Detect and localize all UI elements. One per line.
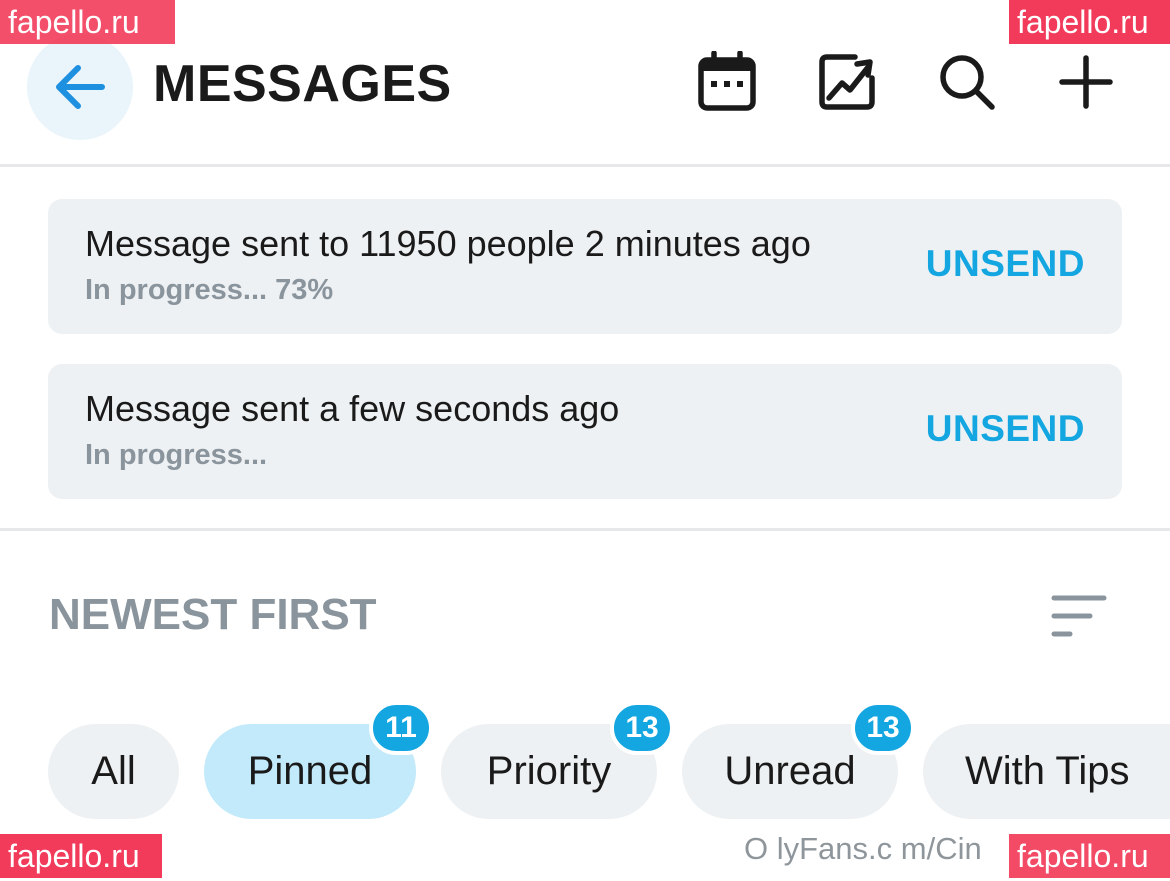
queue-card: Message sent a few seconds ago In progre… xyxy=(48,364,1122,499)
filter-chip-priority[interactable]: Priority 13 xyxy=(441,701,674,819)
filter-chip-label: Unread xyxy=(724,749,856,793)
app-header: MESSAGES xyxy=(0,0,1170,167)
sort-order-label[interactable]: NEWEST FIRST xyxy=(49,590,377,640)
queue-message-text: Message sent to 11950 people 2 minutes a… xyxy=(85,223,811,264)
filter-chip-label: Priority xyxy=(486,749,612,793)
section-divider xyxy=(0,528,1170,531)
count-badge: 13 xyxy=(851,701,915,755)
watermark: fapello.ru xyxy=(1009,0,1170,44)
plus-icon xyxy=(1059,55,1113,109)
queue-status-text: In progress... 73% xyxy=(85,274,334,306)
search-button[interactable] xyxy=(935,50,999,114)
unsend-button[interactable]: UNSEND xyxy=(926,242,1085,286)
queue-card: Message sent to 11950 people 2 minutes a… xyxy=(48,199,1122,334)
queue-message-text: Message sent a few seconds ago xyxy=(85,388,620,429)
watermark: fapello.ru xyxy=(1009,834,1170,878)
filter-chip-label: All xyxy=(91,749,136,793)
filter-chip-with-tips[interactable]: With Tips xyxy=(923,724,1170,819)
filter-chip-all[interactable]: All xyxy=(48,724,179,819)
count-badge: 13 xyxy=(610,701,674,755)
queue-status-text: In progress... xyxy=(85,439,268,471)
count-badge: 11 xyxy=(369,701,433,755)
watermark: fapello.ru xyxy=(0,0,175,44)
unsend-button[interactable]: UNSEND xyxy=(926,407,1085,451)
watermark: fapello.ru xyxy=(0,834,162,878)
filter-chip-unread[interactable]: Unread 13 xyxy=(682,701,915,819)
image-chart-icon xyxy=(819,54,875,110)
page-title: MESSAGES xyxy=(153,55,452,113)
footer-url-text: O lyFans.c m/Cin xyxy=(744,831,982,866)
new-message-button[interactable] xyxy=(1054,50,1118,114)
schedule-button[interactable] xyxy=(695,50,759,114)
arrow-left-icon xyxy=(56,65,105,109)
filter-chip-label: With Tips xyxy=(965,749,1130,793)
calendar-icon xyxy=(698,51,756,111)
back-button[interactable] xyxy=(27,34,133,140)
sort-button[interactable] xyxy=(1050,593,1108,639)
filter-chip-label: Pinned xyxy=(247,749,373,793)
search-icon xyxy=(940,55,995,110)
statistics-button[interactable] xyxy=(815,50,879,114)
sort-lines-icon xyxy=(1051,595,1107,637)
filter-chip-pinned[interactable]: Pinned 11 xyxy=(204,701,433,819)
